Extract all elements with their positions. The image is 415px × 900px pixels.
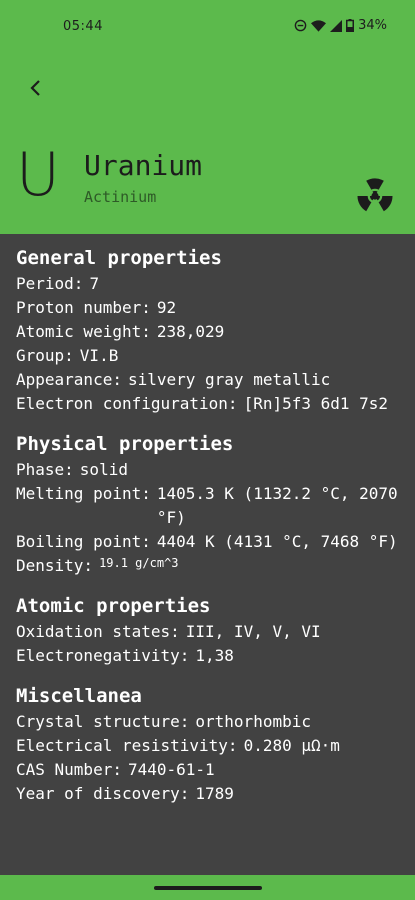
navigation-bar [0,875,415,900]
section-title: Physical properties [16,433,234,455]
property-label: Electron configuration: [16,394,238,413]
wifi-icon [311,19,327,32]
status-time: 05:44 [63,19,103,34]
property-row: Atomic weight: 238,029 [16,320,406,344]
property-row: Crystal structure: orthorhombic [16,710,406,734]
property-row: Electron configuration: [Rn]5f3 6d1 7s2 [16,392,406,416]
property-value: 7 [89,274,100,293]
property-value: 19.1 g/cm^3 [99,556,179,570]
property-label: Electrical resistivity: [16,736,238,755]
property-row: Melting point: 1405.3 K (1132.2 °C, 2070 … [16,482,406,530]
property-row: CAS Number: 7440-61-1 [16,758,406,782]
do-not-disturb-icon [294,19,307,32]
status-icons: 34% [294,18,387,33]
property-row: Year of discovery: 1789 [16,782,406,806]
property-row: Period: 7 [16,272,406,296]
property-value: 7440-61-1 [127,760,215,779]
section-miscellanea: Miscellanea Crystal structure: orthorhomb… [16,682,406,806]
property-row: Proton number: 92 [16,296,406,320]
properties-list: General properties Period: 7 Proton numbe… [16,244,406,806]
section-physical: Physical properties Phase: solid Melting … [16,430,406,578]
section-atomic: Atomic properties Oxidation states: III, … [16,592,406,668]
element-symbol: U [16,140,60,210]
property-value: 1789 [195,784,234,803]
property-value: VI.B [79,346,119,365]
radioactive-icon [357,178,393,212]
property-value: 92 [156,298,177,317]
section-general: General properties Period: 7 Proton numbe… [16,244,406,416]
property-value: 1405.3 K (1132.2 °C, 2070 °F) [156,484,398,527]
property-label: Phase: [16,460,74,479]
property-value: [Rn]5f3 6d1 7s2 [243,394,389,413]
property-row: Density: 19.1 g/cm^3 [16,554,406,578]
property-value: solid [79,460,128,479]
property-label: Appearance: [16,370,122,389]
property-label: Group: [16,346,74,365]
property-label: Oxidation states: [16,622,180,641]
property-label: Proton number: [16,298,151,317]
home-gesture-handle[interactable] [154,886,262,890]
property-row: Group: VI.B [16,344,406,368]
element-name: Uranium [84,149,203,182]
property-value: orthorhombic [195,712,311,731]
property-value: 4404 K (4131 °C, 7468 °F) [156,532,398,551]
property-value: silvery gray metallic [127,370,331,389]
section-title: Atomic properties [16,595,211,617]
section-title: General properties [16,247,222,269]
property-label: Crystal structure: [16,712,190,731]
property-row: Appearance: silvery gray metallic [16,368,406,392]
property-row: Boiling point: 4404 K (4131 °C, 7468 °F) [16,530,406,554]
back-arrow-icon [30,80,40,96]
property-row: Electrical resistivity: 0.280 µΩ·m [16,734,406,758]
element-header: 05:44 34% U Uranium Actinium [0,0,415,234]
property-label: Year of discovery: [16,784,190,803]
property-label: Atomic weight: [16,322,151,341]
signal-icon [330,19,343,32]
property-value: 238,029 [156,322,225,341]
battery-level: 34% [358,18,387,33]
property-row: Phase: solid [16,458,406,482]
property-row: Oxidation states: III, IV, V, VI [16,620,406,644]
property-row: Electronegativity: 1,38 [16,644,406,668]
property-label: Density: [16,556,94,575]
battery-icon [346,19,355,32]
section-title: Miscellanea [16,685,142,707]
property-label: Boiling point: [16,532,151,551]
property-label: Electronegativity: [16,646,190,665]
back-button[interactable] [24,76,48,100]
element-category: Actinium [84,188,157,206]
property-label: CAS Number: [16,760,122,779]
status-bar: 05:44 34% [0,0,415,54]
property-value: 0.280 µΩ·m [243,736,340,755]
property-value: 1,38 [195,646,234,665]
property-value: III, IV, V, VI [185,622,321,641]
property-label: Melting point: [16,484,151,503]
property-label: Period: [16,274,84,293]
